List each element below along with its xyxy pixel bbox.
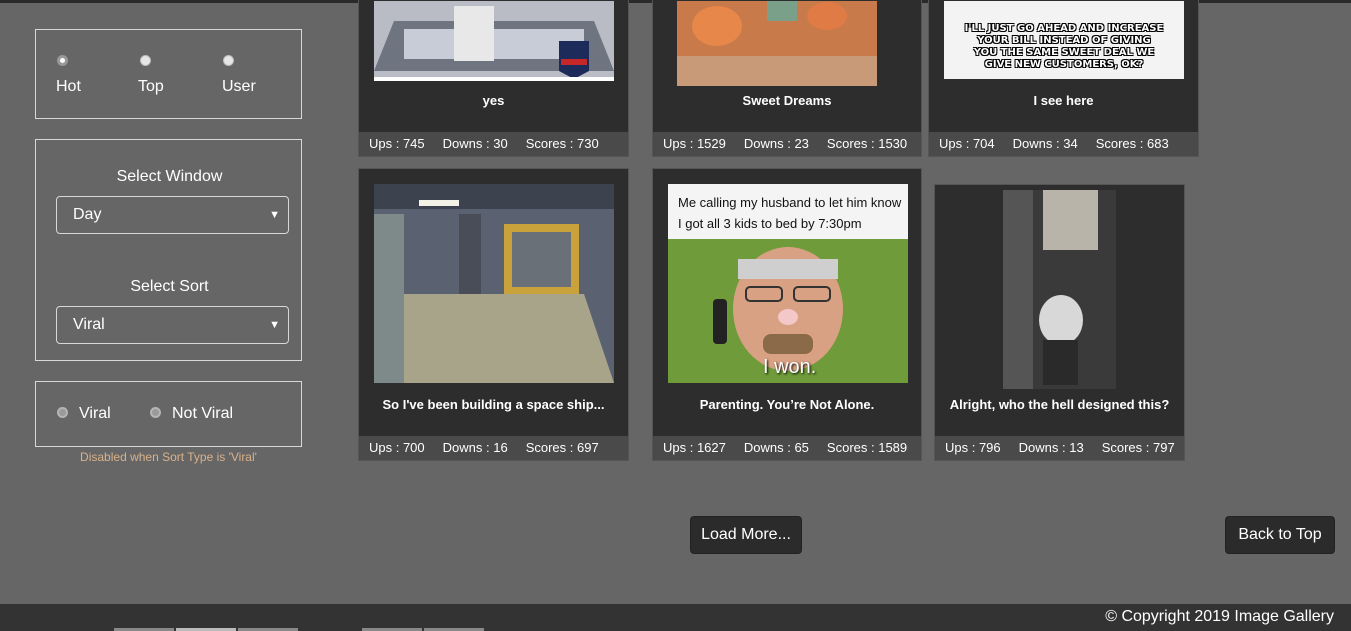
meme-image-text: I'LL JUST GO AHEAD AND INCREASE YOUR BIL… <box>964 23 1164 70</box>
ups-count: Ups : 1627 <box>663 440 726 455</box>
section-filter-panel: Hot Top User <box>35 29 302 119</box>
card-title: So I've been building a space ship... <box>382 397 605 412</box>
meme-image-bottom-text: I won. <box>763 356 817 378</box>
chevron-down-icon: ▼ <box>269 209 280 221</box>
ups-count: Ups : 700 <box>369 440 425 455</box>
downs-count: Downs : 34 <box>1012 136 1078 151</box>
footer: © Copyright 2019 Image Gallery <box>0 604 1351 631</box>
sort-select-value: Viral <box>73 316 105 333</box>
card-stats: Ups : 745 Downs : 30 Scores : 730 <box>359 132 628 156</box>
back-to-top-button[interactable]: Back to Top <box>1225 516 1335 554</box>
gallery-card[interactable]: Me calling my husband to let him know I … <box>652 168 922 461</box>
man-on-phone-image[interactable]: Me calling my husband to let him know I … <box>668 184 908 383</box>
downs-count: Downs : 13 <box>1018 440 1084 455</box>
cartoon-side-effects-image[interactable] <box>677 1 877 86</box>
meme-caption-image[interactable]: I'LL JUST GO AHEAD AND INCREASE YOUR BIL… <box>944 1 1184 79</box>
select-window-caption: Select Window <box>116 168 223 185</box>
gallery-card[interactable]: yes Ups : 745 Downs : 30 Scores : 730 <box>358 0 629 157</box>
radio-not-viral[interactable] <box>150 407 161 418</box>
ups-count: Ups : 704 <box>939 136 995 151</box>
card-title: I see here <box>1033 93 1094 108</box>
downs-count: Downs : 65 <box>743 440 809 455</box>
viral-panel: Viral Not Viral <box>35 381 302 447</box>
gallery-card[interactable]: I'LL JUST GO AHEAD AND INCREASE YOUR BIL… <box>928 0 1199 157</box>
motorcycle-stunt-image[interactable] <box>374 1 614 81</box>
ups-count: Ups : 1529 <box>663 136 726 151</box>
gallery-card[interactable]: So I've been building a space ship... Up… <box>358 168 629 461</box>
radio-viral[interactable] <box>57 407 68 418</box>
radio-top-label: Top <box>138 78 164 95</box>
downs-count: Downs : 23 <box>743 136 809 151</box>
bathroom-dryer-image[interactable] <box>1003 190 1116 389</box>
card-stats: Ups : 704 Downs : 34 Scores : 683 <box>929 132 1198 156</box>
card-title: Sweet Dreams <box>742 93 832 108</box>
radio-user-label: User <box>222 78 256 95</box>
scores-count: Scores : 697 <box>525 440 599 455</box>
chevron-down-icon: ▼ <box>269 319 280 331</box>
scores-count: Scores : 797 <box>1101 440 1175 455</box>
select-sort-caption: Select Sort <box>130 278 209 295</box>
card-title: Parenting. You’re Not Alone. <box>699 397 875 412</box>
scores-count: Scores : 1530 <box>826 136 908 151</box>
meme-image-top-text: Me calling my husband to let him know I … <box>678 195 902 231</box>
radio-viral-label: Viral <box>79 405 111 422</box>
space-ship-interior-image[interactable] <box>374 184 614 383</box>
gallery-card[interactable]: Sweet Dreams Ups : 1529 Downs : 23 Scores … <box>652 0 922 157</box>
radio-user[interactable] <box>223 55 234 66</box>
radio-hot[interactable] <box>57 55 68 66</box>
copyright-text: © Copyright 2019 Image Gallery <box>1105 608 1334 625</box>
scores-count: Scores : 730 <box>525 136 599 151</box>
sort-select[interactable]: Viral ▼ <box>56 306 289 344</box>
downs-count: Downs : 16 <box>442 440 508 455</box>
ups-count: Ups : 745 <box>369 136 425 151</box>
gallery-card[interactable]: Alright, who the hell designed this? Ups… <box>934 184 1185 461</box>
radio-hot-label: Hot <box>56 78 81 95</box>
load-more-button[interactable]: Load More... <box>690 516 802 554</box>
downs-count: Downs : 30 <box>442 136 508 151</box>
card-stats: Ups : 700 Downs : 16 Scores : 697 <box>359 436 628 460</box>
card-title: Alright, who the hell designed this? <box>949 397 1170 412</box>
card-stats: Ups : 1627 Downs : 65 Scores : 1589 <box>653 436 921 460</box>
card-stats: Ups : 1529 Downs : 23 Scores : 1530 <box>653 132 921 156</box>
viral-disabled-note: Disabled when Sort Type is 'Viral' <box>80 450 257 464</box>
card-stats: Ups : 796 Downs : 13 Scores : 797 <box>935 436 1184 460</box>
scores-count: Scores : 683 <box>1095 136 1169 151</box>
select-panel: Select Window Day ▼ Select Sort Viral ▼ <box>35 139 302 361</box>
radio-not-viral-label: Not Viral <box>172 405 234 422</box>
window-select[interactable]: Day ▼ <box>56 196 289 234</box>
scores-count: Scores : 1589 <box>826 440 908 455</box>
window-select-value: Day <box>73 206 102 223</box>
card-title: yes <box>482 93 505 108</box>
ups-count: Ups : 796 <box>945 440 1001 455</box>
radio-top[interactable] <box>140 55 151 66</box>
